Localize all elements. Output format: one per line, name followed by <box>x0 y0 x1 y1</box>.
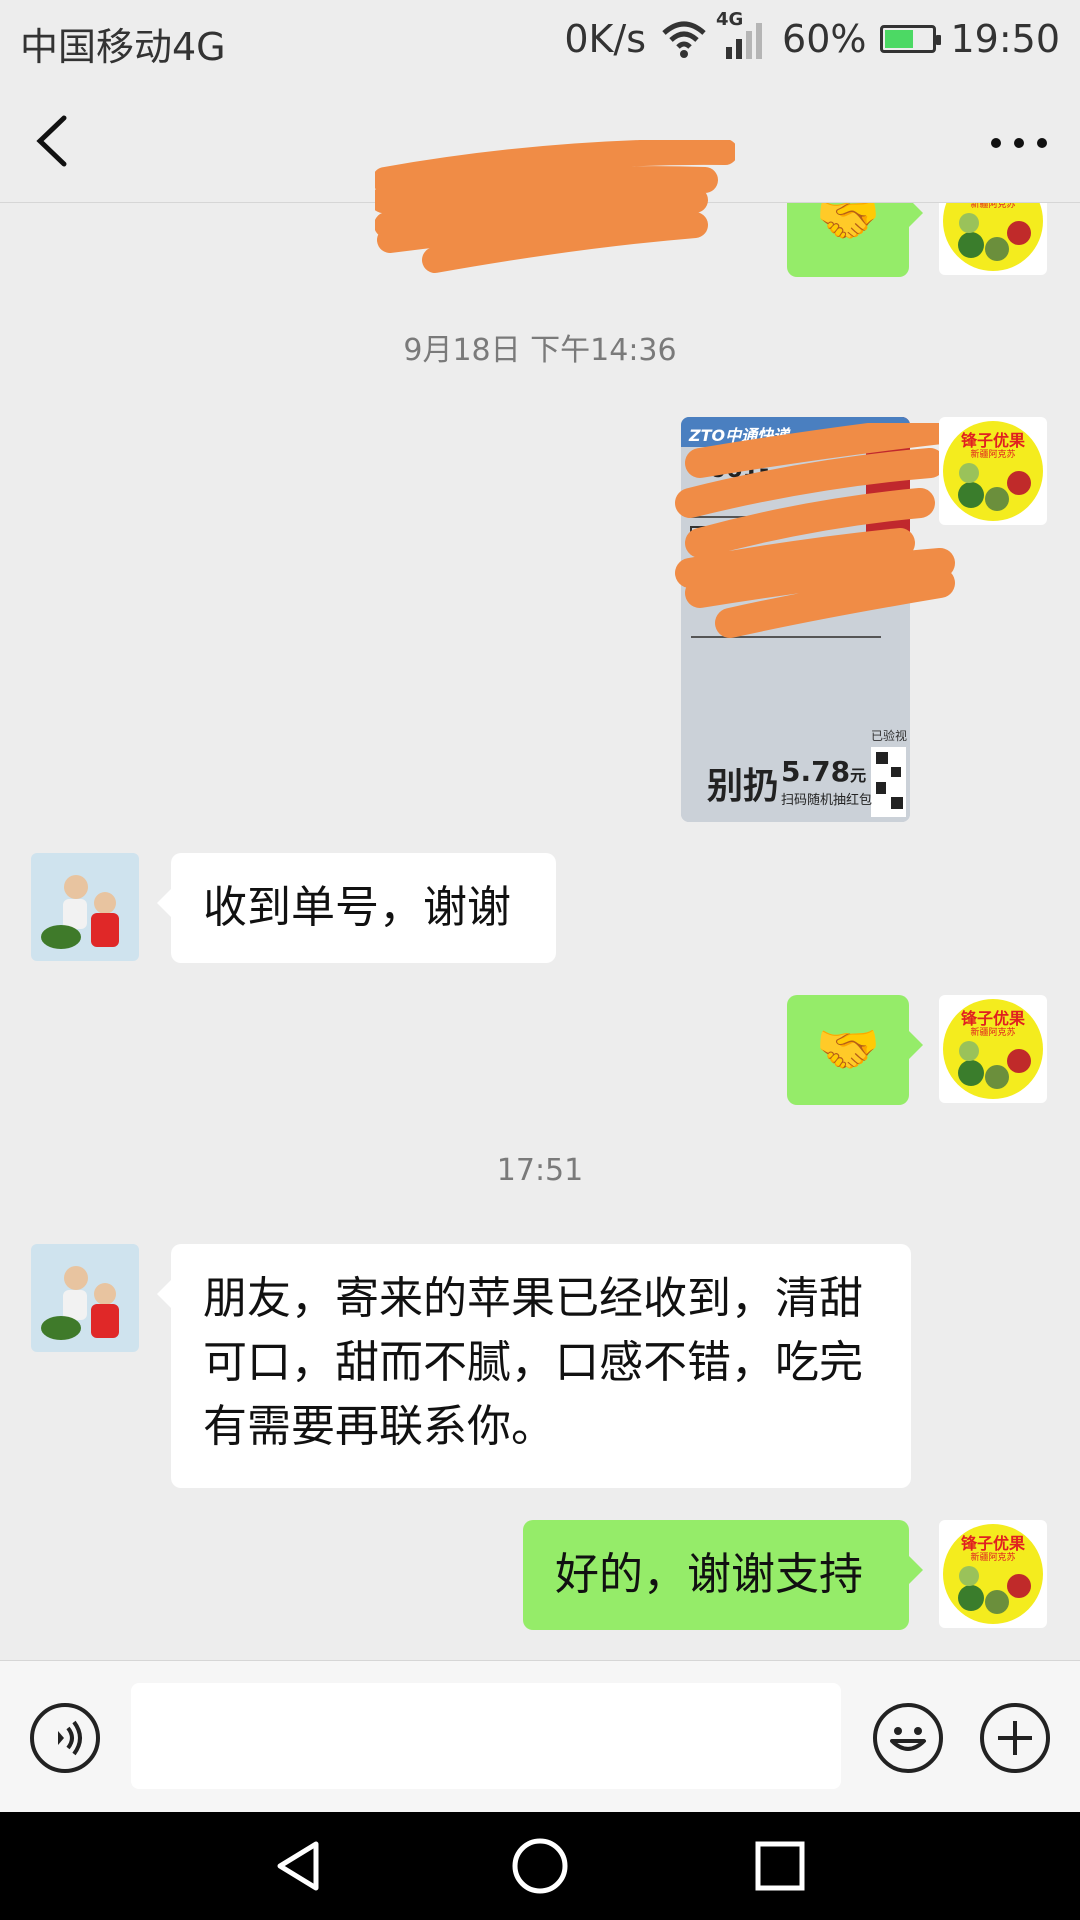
plus-icon <box>998 1721 1032 1755</box>
status-bar: 中国移动4G 0K/s 4G 60% 19:50 <box>0 0 1080 80</box>
contact-avatar[interactable] <box>31 853 139 961</box>
avatar-brand-subtitle: 新疆阿克苏 <box>970 203 1016 210</box>
avatar-brand-subtitle: 新疆阿克苏 <box>970 1028 1016 1038</box>
timestamp: 9月18日 下午14:36 <box>403 333 677 368</box>
promo-price-value: 5.78 <box>781 755 851 788</box>
incoming-text-bubble[interactable]: 朋友，寄来的苹果已经收到，清甜 可口，甜而不腻，口感不错，吃完 有需要再联系你。 <box>157 1244 911 1488</box>
avatar-brand-subtitle: 新疆阿克苏 <box>970 450 1016 460</box>
chat-area[interactable]: 🤝 锋子优果新疆阿克苏 9月18日 下午14:36 ZTO中通快递 661- 已… <box>0 203 1080 1660</box>
voice-icon <box>58 1720 82 1756</box>
emoji-button[interactable] <box>873 1703 943 1773</box>
voice-button[interactable] <box>30 1703 100 1773</box>
chat-header <box>0 80 1080 273</box>
my-avatar[interactable]: 锋子优果新疆阿克苏 <box>939 1520 1047 1628</box>
message-text: 好的，谢谢支持 <box>555 1549 863 1600</box>
handshake-emoji: 🤝 <box>815 203 881 250</box>
back-chevron-icon <box>36 115 67 167</box>
triangle-back-icon[interactable] <box>270 1836 330 1896</box>
circle-home-icon[interactable] <box>510 1836 570 1896</box>
more-button[interactable] <box>984 118 1054 168</box>
back-button[interactable] <box>24 106 84 176</box>
my-avatar[interactable]: 锋子优果新疆阿克苏 <box>939 995 1047 1103</box>
message-text: 收到单号，谢谢 <box>203 882 511 933</box>
wifi-icon <box>662 21 706 58</box>
outgoing-text-bubble[interactable]: 好的，谢谢支持 <box>523 1520 923 1630</box>
incoming-text-bubble[interactable]: 收到单号，谢谢 <box>157 853 556 963</box>
contact-avatar[interactable] <box>31 1244 139 1352</box>
system-nav-bar <box>0 1812 1080 1920</box>
plus-button[interactable] <box>980 1703 1050 1773</box>
battery-percent: 60% <box>782 17 867 61</box>
signal-icon: 4G <box>716 9 768 59</box>
promo-price-unit: 元 <box>850 766 867 785</box>
timestamp: 17:51 <box>496 1153 584 1188</box>
photo-promo-title: 别扔 <box>707 766 780 807</box>
outgoing-emoji-bubble[interactable]: 🤝 <box>787 203 923 277</box>
emoji-icon <box>890 1727 926 1751</box>
message-input[interactable] <box>131 1683 841 1789</box>
clock: 19:50 <box>950 17 1060 61</box>
photo-promo-sub: 扫码随机抽红包 <box>781 793 873 808</box>
my-avatar[interactable]: 锋子优果新疆阿克苏 <box>939 417 1047 525</box>
my-avatar[interactable]: 锋子优果新疆阿克苏 <box>939 203 1047 275</box>
input-bar <box>0 1660 1080 1813</box>
message-line: 有需要再联系你。 <box>203 1401 555 1452</box>
message-line: 朋友，寄来的苹果已经收到，清甜 <box>203 1273 863 1324</box>
battery-icon <box>880 25 942 53</box>
photo-stamp: 已验视 <box>871 729 908 743</box>
more-dots-icon <box>991 138 1047 148</box>
outgoing-emoji-bubble[interactable]: 🤝 <box>787 995 923 1105</box>
square-recents-icon[interactable] <box>752 1838 808 1894</box>
photo-promo-price: 5.78元 <box>781 755 866 788</box>
message-line: 可口，甜而不腻，口感不错，吃完 <box>203 1337 863 1388</box>
status-right: 0K/s 4G 60% 19:50 <box>564 9 1060 64</box>
network-speed: 0K/s <box>564 17 647 61</box>
avatar-brand-subtitle: 新疆阿克苏 <box>970 1553 1016 1563</box>
carrier-label: 中国移动4G <box>20 25 226 69</box>
handshake-emoji: 🤝 <box>815 1020 881 1080</box>
redaction-scribble <box>675 423 965 638</box>
